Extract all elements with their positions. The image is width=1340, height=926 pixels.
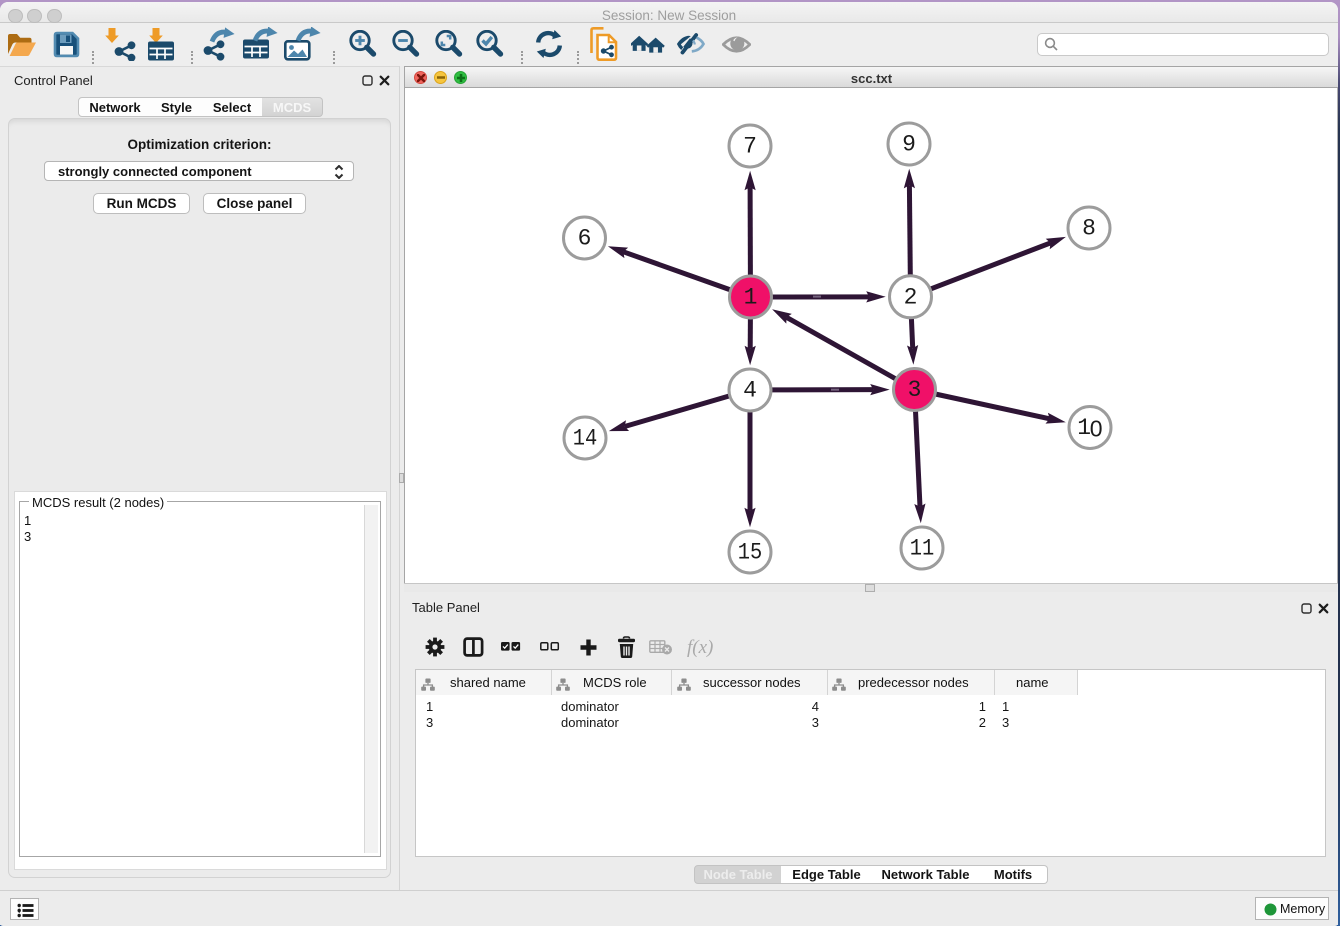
svg-text:15: 15 (738, 540, 763, 566)
svg-text:7: 7 (743, 134, 757, 160)
svg-text:1: 1 (744, 285, 758, 311)
svg-text:8: 8 (1082, 216, 1096, 242)
svg-text:9: 9 (902, 132, 916, 158)
svg-text:0: 0 (1090, 415, 1103, 441)
svg-text:6: 6 (578, 226, 592, 252)
svg-text:11: 11 (910, 536, 935, 562)
svg-text:4: 4 (743, 378, 757, 404)
svg-text:2: 2 (904, 284, 918, 310)
svg-text:14: 14 (573, 426, 598, 452)
svg-text:3: 3 (908, 377, 922, 403)
